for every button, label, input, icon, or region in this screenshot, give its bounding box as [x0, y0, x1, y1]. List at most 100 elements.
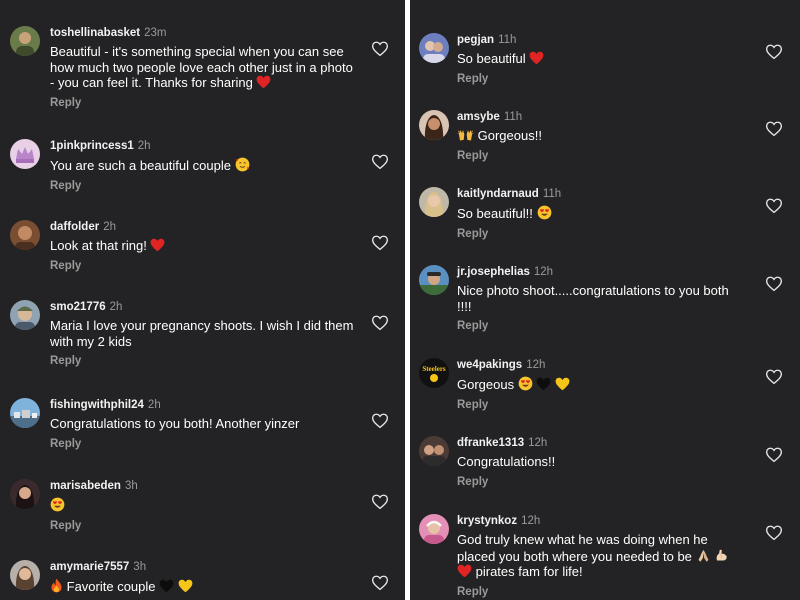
like-heart-icon[interactable] — [371, 574, 389, 592]
reply-button[interactable]: Reply — [457, 320, 742, 332]
reply-button[interactable]: Reply — [50, 180, 360, 192]
like-heart-icon[interactable] — [765, 43, 783, 61]
avatar[interactable] — [10, 560, 40, 590]
comment-username[interactable]: dfranke1313 — [457, 437, 524, 449]
comment-text-line: You are such a beautiful couple — [50, 157, 360, 174]
comment-text-line: Beautiful - it's something special when … — [50, 44, 360, 91]
comment-text: Beautiful - it's something special when … — [50, 44, 353, 90]
comment-timestamp: 2h — [109, 301, 123, 313]
reply-button[interactable]: Reply — [50, 438, 360, 450]
comment-timestamp: 12h — [528, 437, 548, 449]
comment-text-line: Favorite couple — [50, 578, 360, 595]
red-heart-emoji — [457, 564, 472, 578]
comment-text-line: Congratulations!! — [457, 454, 742, 470]
comment-timestamp: 11h — [498, 34, 517, 46]
comment-timestamp: 3h — [133, 561, 147, 573]
comment-text-line: So beautiful!! — [457, 205, 742, 222]
yellow-heart-emoji — [178, 579, 193, 593]
heart-eyes-emoji — [50, 497, 65, 512]
comment-timestamp: 2h — [137, 140, 151, 152]
avatar[interactable] — [10, 220, 40, 250]
reply-button[interactable]: Reply — [457, 73, 742, 85]
flexed-biceps-emoji — [714, 548, 729, 563]
avatar[interactable] — [10, 479, 40, 509]
comment-text: You are such a beautiful couple — [50, 158, 231, 173]
comment-text-line: Gorgeous!! — [457, 128, 742, 144]
comment-username[interactable]: jr.josephelias — [457, 266, 530, 278]
reply-button[interactable]: Reply — [50, 355, 360, 367]
like-heart-icon[interactable] — [371, 40, 389, 58]
comment-username[interactable]: smo21776 — [50, 301, 106, 313]
comment-text-line: Look at that ring! — [50, 238, 360, 254]
fire-emoji — [50, 578, 63, 593]
comment-text: Look at that ring! — [50, 238, 147, 253]
comments-panel-right: pegjan 11h So beautiful Reply amsybe 11h Gor… — [410, 0, 800, 600]
comment-text-line: So beautiful — [457, 51, 742, 67]
like-heart-icon[interactable] — [765, 524, 783, 542]
reply-button[interactable]: Reply — [50, 260, 360, 272]
heart-eyes-emoji — [518, 376, 533, 391]
red-heart-emoji — [256, 75, 271, 89]
comments-panel-left: toshellinabasket 23m Beautiful - it's some… — [0, 0, 405, 600]
reply-button[interactable]: Reply — [50, 97, 360, 109]
comment-username[interactable]: pegjan — [457, 34, 494, 46]
comment-timestamp: 12h — [521, 515, 541, 527]
black-heart-emoji — [159, 579, 174, 593]
comment-username[interactable]: daffolder — [50, 221, 99, 233]
comment-username[interactable]: amsybe — [457, 111, 500, 123]
like-heart-icon[interactable] — [371, 314, 389, 332]
red-heart-emoji — [150, 238, 165, 252]
comment-text: Gorgeous!! — [477, 128, 542, 143]
like-heart-icon[interactable] — [371, 493, 389, 511]
comment-username[interactable]: 1pinkprincess1 — [50, 140, 134, 152]
avatar[interactable]: Steelers — [419, 358, 449, 388]
yellow-heart-emoji — [555, 377, 570, 391]
comment-username[interactable]: kaitlyndarnaud — [457, 188, 539, 200]
avatar[interactable] — [10, 139, 40, 169]
avatar[interactable] — [419, 110, 449, 140]
comment-text: Nice photo shoot.....congratulations to … — [457, 283, 729, 314]
comment-username[interactable]: amymarie7557 — [50, 561, 129, 573]
like-heart-icon[interactable] — [371, 412, 389, 430]
raising-hands-emoji — [457, 128, 474, 142]
comment-username[interactable]: we4pakings — [457, 359, 522, 371]
reply-button[interactable]: Reply — [457, 228, 742, 240]
comment-text: So beautiful!! — [457, 206, 533, 221]
like-heart-icon[interactable] — [765, 368, 783, 386]
comment-timestamp: 2h — [147, 399, 161, 411]
like-heart-icon[interactable] — [765, 446, 783, 464]
reply-button[interactable]: Reply — [457, 586, 742, 598]
comment-timestamp: 11h — [503, 111, 523, 123]
avatar[interactable] — [419, 265, 449, 295]
avatar[interactable] — [419, 436, 449, 466]
red-heart-emoji — [529, 51, 544, 65]
avatar[interactable] — [419, 514, 449, 544]
avatar[interactable] — [10, 26, 40, 56]
comment-username[interactable]: toshellinabasket — [50, 27, 140, 39]
avatar[interactable] — [419, 33, 449, 63]
comment-timestamp: 11h — [542, 188, 562, 200]
comment-timestamp: 12h — [533, 266, 554, 278]
comment-text: Congratulations to you both! Another yin… — [50, 416, 300, 431]
smiling-face-with-hearts-emoji — [235, 157, 250, 172]
like-heart-icon[interactable] — [371, 153, 389, 171]
avatar[interactable] — [10, 300, 40, 330]
like-heart-icon[interactable] — [765, 197, 783, 215]
comment-username[interactable]: marisabeden — [50, 480, 121, 492]
comment-timestamp: 2h — [103, 221, 116, 233]
avatar[interactable] — [10, 398, 40, 428]
comment-text-line — [50, 497, 360, 514]
reply-button[interactable]: Reply — [50, 520, 360, 532]
like-heart-icon[interactable] — [371, 234, 389, 252]
reply-button[interactable]: Reply — [457, 399, 742, 411]
comment-text-line: pirates fam for life! — [457, 564, 742, 580]
like-heart-icon[interactable] — [765, 120, 783, 138]
reply-button[interactable]: Reply — [457, 150, 742, 162]
comment-text: God truly knew what he was doing when he… — [457, 532, 708, 564]
like-heart-icon[interactable] — [765, 275, 783, 293]
avatar[interactable] — [419, 187, 449, 217]
reply-button[interactable]: Reply — [457, 476, 742, 488]
comment-username[interactable]: fishingwithphil24 — [50, 399, 144, 411]
comment-username[interactable]: krystynkoz — [457, 515, 517, 527]
svg-text:Steelers: Steelers — [422, 365, 446, 373]
